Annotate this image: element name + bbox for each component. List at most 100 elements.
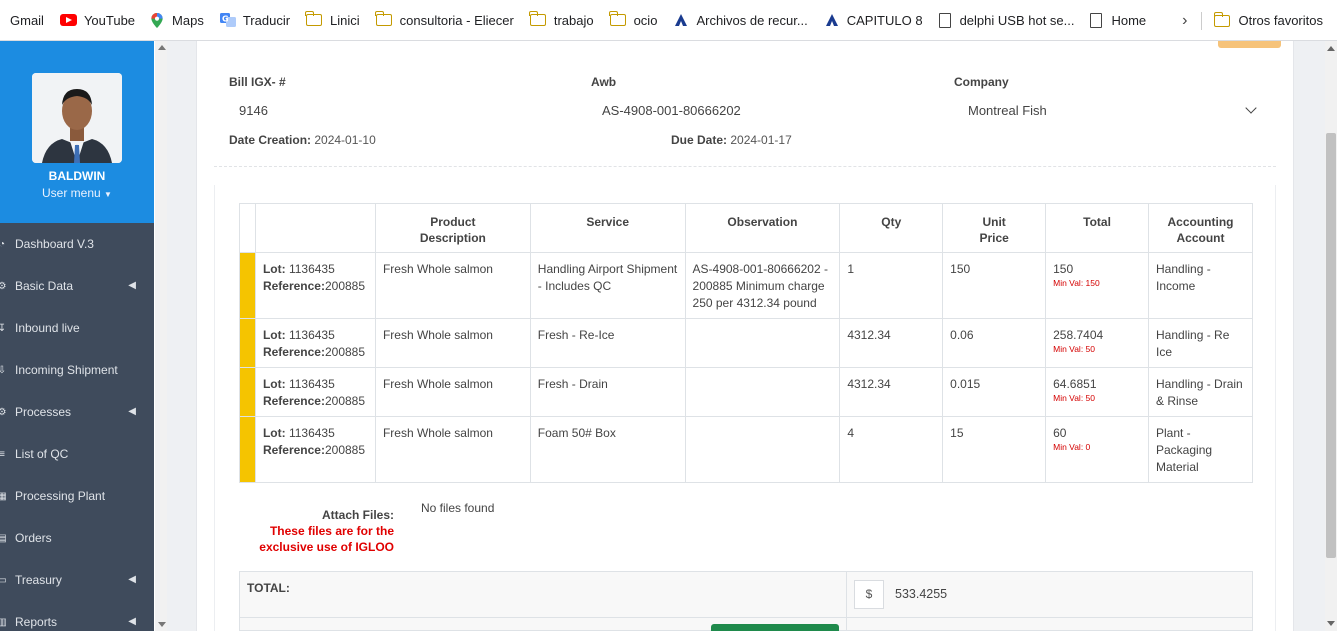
observation-cell <box>684 367 841 417</box>
folder-icon <box>305 11 323 26</box>
save-button[interactable] <box>711 624 839 631</box>
sidebar-item[interactable]: ≡ List of QC <box>0 433 154 475</box>
bookmark-label: trabajo <box>553 12 594 28</box>
sidebar-item[interactable]: ⇩ Incoming Shipment <box>0 349 154 391</box>
sidebar-item[interactable]: ⚙ Processes ◀ <box>0 391 154 433</box>
page-scrollbar[interactable] <box>1325 41 1337 631</box>
product-cell: Fresh Whole salmon <box>374 416 531 483</box>
lot-label: Lot: <box>262 262 286 276</box>
scroll-down-icon[interactable] <box>1327 621 1335 626</box>
scroll-down-icon[interactable] <box>158 622 166 627</box>
sidebar-item[interactable]: ↧ Inbound live <box>0 307 154 349</box>
lot-cell: Lot: 1136435 Reference:200885 <box>254 252 376 319</box>
product-cell: Fresh Whole salmon <box>374 318 531 368</box>
total-divider <box>846 572 847 631</box>
lot-label: Lot: <box>262 328 286 342</box>
inbound-icon: ↧ <box>0 322 7 334</box>
other-bookmarks[interactable]: › Otros favoritos <box>1182 0 1323 40</box>
due-date-label: Due Date: <box>671 133 728 147</box>
sidebar-item-label: Incoming Shipment <box>15 363 118 377</box>
orange-action-button[interactable] <box>1218 41 1281 48</box>
bookmark-label: YouTube <box>83 12 136 28</box>
bookmark-label: CAPITULO 8 <box>846 12 923 28</box>
folder-icon <box>529 11 546 26</box>
date-creation: Date Creation: 2024-01-10 <box>229 133 376 147</box>
folder-icon <box>375 11 392 26</box>
bookmark-item[interactable]: Maps <box>145 6 210 34</box>
service-cell: Foam 50# Box <box>529 416 686 483</box>
scroll-thumb[interactable] <box>1326 133 1336 558</box>
treasury-icon: ▭ <box>0 574 7 586</box>
sidebar-item[interactable]: ▥ Reports ◀ <box>0 601 154 631</box>
table-row: Lot: 1136435 Reference:200885 Fresh Whole … <box>239 367 1253 417</box>
reference-label: Reference: <box>262 394 325 408</box>
bookmark-item[interactable]: Home <box>1084 6 1152 34</box>
bookmark-item[interactable]: Archivos de recur... <box>667 6 813 34</box>
column-header: Product Description <box>374 203 531 253</box>
qty-cell: 1 <box>839 252 944 319</box>
min-value: Min Val: 150 <box>1053 278 1100 288</box>
bookmark-item[interactable]: consultoria - Eliecer <box>370 6 520 34</box>
sidebar-item-label: Orders <box>15 531 52 545</box>
sidebar-item-label: Processing Plant <box>15 489 106 503</box>
scroll-up-icon[interactable] <box>1327 46 1335 51</box>
bookmark-item[interactable]: Linici <box>300 6 366 34</box>
total-cell: 258.7404 Min Val: 50 <box>1045 318 1149 368</box>
bill-number-field[interactable]: 9146 <box>239 103 268 118</box>
user-menu-label: User menu <box>42 186 101 200</box>
sidebar-item[interactable]: ▦ Processing Plant <box>0 475 154 517</box>
bookmark-item[interactable]: YouTube <box>54 6 141 34</box>
column-header: Qty <box>839 203 944 253</box>
row-stripe <box>239 416 256 483</box>
observation-cell <box>684 416 841 483</box>
date-creation-value: 2024-01-10 <box>314 133 376 147</box>
sidebar-scrollbar[interactable] <box>155 41 167 631</box>
user-avatar[interactable] <box>32 73 122 163</box>
sidebar-item-label: Dashboard V.3 <box>15 237 94 251</box>
document-icon <box>1090 12 1103 28</box>
chevron-left-icon: ◀ <box>128 280 136 291</box>
maps-pin-icon <box>151 12 163 28</box>
sidebar-item[interactable]: ⚙ Basic Data ◀ <box>0 265 154 307</box>
table-row: Lot: 1136435 Reference:200885 Fresh Whole … <box>239 252 1253 319</box>
bookmark-item[interactable]: trabajo <box>524 6 600 34</box>
company-select[interactable]: Montreal Fish <box>968 103 1047 118</box>
lot-value: 1136435 <box>288 328 335 342</box>
bookmark-item[interactable]: G Traducir <box>214 6 296 34</box>
dashboard-icon: ◔ <box>0 238 6 250</box>
orders-icon: ▤ <box>0 532 7 544</box>
table-header-row: Product Description Service Observation … <box>239 203 1253 253</box>
user-menu-toggle[interactable]: User menu ▼ <box>0 186 154 200</box>
observation-cell: AS-4908-001-80666202 - 200885 Minimum ch… <box>684 252 841 319</box>
bookmarks-bar: Gmail YouTube Maps G Traducir Linici consultor… <box>0 0 1337 41</box>
bookmark-item[interactable]: ocio <box>604 6 664 34</box>
bookmark-item[interactable]: delphi USB hot se... <box>933 6 1081 34</box>
bookmark-label: Gmail <box>10 12 44 28</box>
total-label: TOTAL: <box>247 581 290 595</box>
total-value-field[interactable]: 533.4255 <box>895 587 947 601</box>
chevron-right-icon[interactable]: › <box>1182 12 1187 30</box>
column-header: Service <box>529 203 686 253</box>
min-value: Min Val: 0 <box>1053 442 1091 452</box>
scroll-up-icon[interactable] <box>158 45 166 50</box>
total-cell: 150 Min Val: 150 <box>1045 252 1149 319</box>
caret-down-icon: ▼ <box>104 190 112 199</box>
sidebar-item[interactable]: ▭ Treasury ◀ <box>0 559 154 601</box>
bookmark-label: Traducir <box>242 12 291 28</box>
bookmark-item[interactable]: CAPITULO 8 <box>818 6 929 34</box>
reference-value: 200885 <box>324 443 366 457</box>
document-icon <box>938 12 951 28</box>
unit-price-cell: 0.06 <box>942 318 1047 368</box>
sidebar-item[interactable]: ◔ Dashboard V.3 <box>0 223 154 265</box>
unit-price-cell: 15 <box>942 416 1047 483</box>
chevron-left-icon: ◀ <box>128 574 136 585</box>
company-label: Company <box>954 75 1009 89</box>
unit-price-cell: 150 <box>942 252 1047 319</box>
min-value: Min Val: 50 <box>1053 344 1095 354</box>
min-value: Min Val: 50 <box>1053 393 1095 403</box>
bookmark-item[interactable]: Gmail <box>4 6 50 34</box>
folder-icon <box>608 11 626 26</box>
column-header: Total <box>1045 203 1149 253</box>
awb-field[interactable]: AS-4908-001-80666202 <box>602 103 741 118</box>
sidebar-item[interactable]: ▤ Orders <box>0 517 154 559</box>
